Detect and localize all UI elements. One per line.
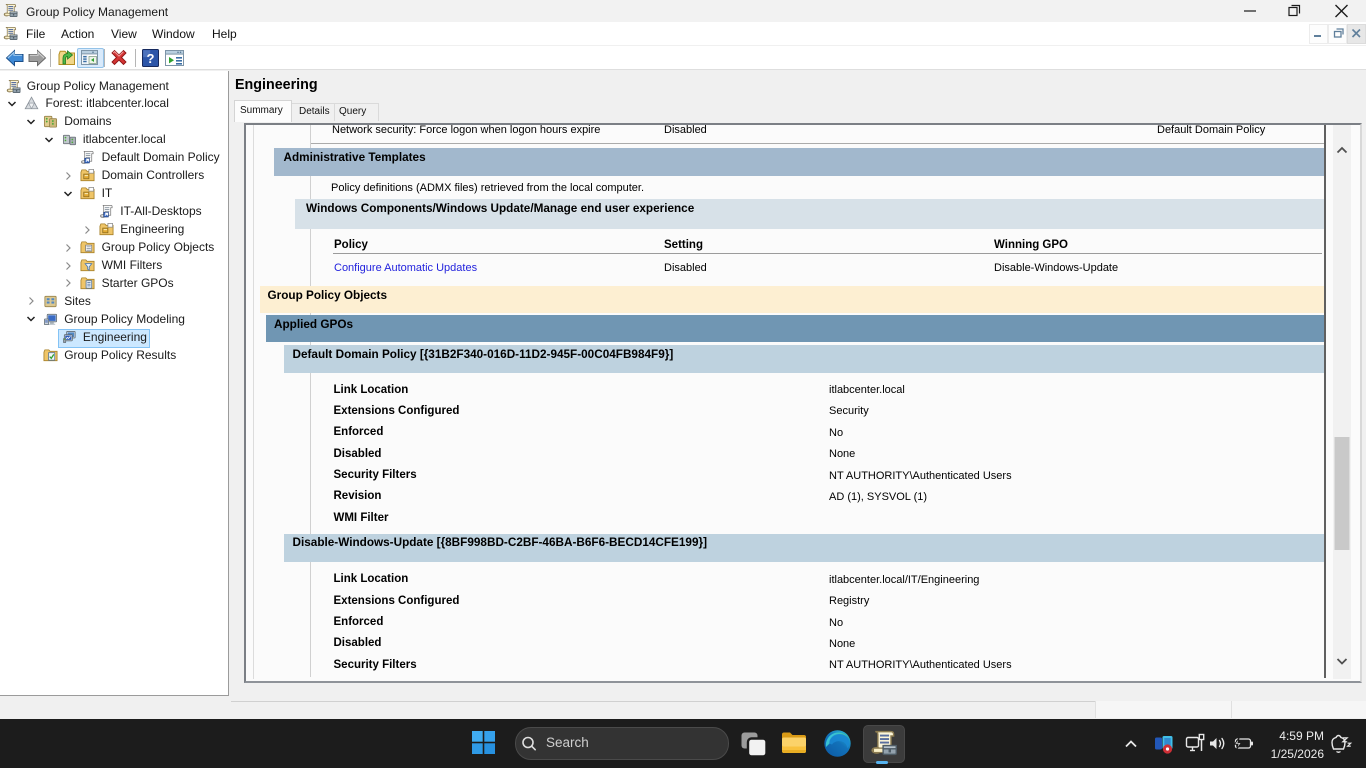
- svg-text:?: ?: [147, 51, 155, 66]
